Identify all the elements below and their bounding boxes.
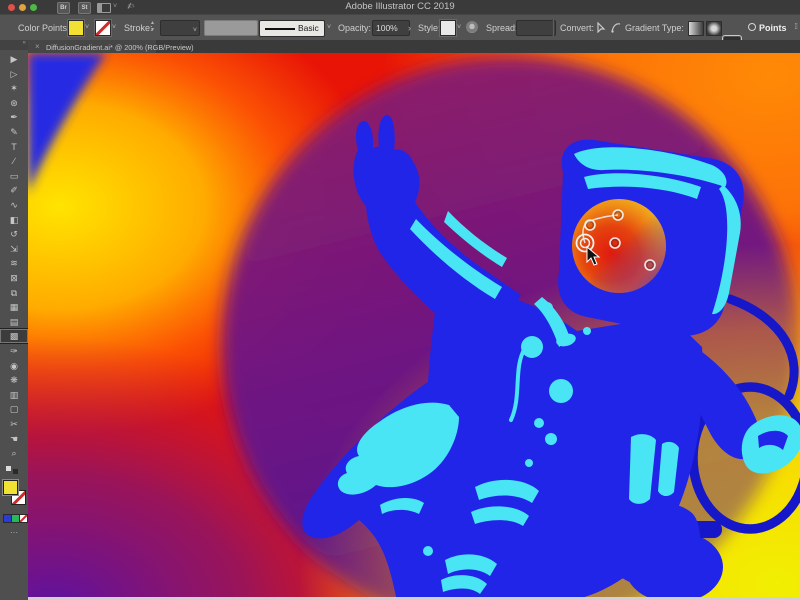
style-label: Style: — [418, 23, 441, 33]
stroke-weight-select[interactable]: ˅ — [160, 20, 200, 36]
eyedropper-tool[interactable]: ✑ — [0, 344, 28, 358]
illustrator-window: Br St ˅ ✍ Adobe Illustrator CC 2019 Colo… — [0, 0, 800, 600]
none-mode-button[interactable] — [19, 514, 28, 523]
artwork — [28, 53, 800, 600]
scale-tool[interactable]: ⇲ — [0, 242, 28, 256]
points-radio-label[interactable]: Points — [759, 23, 787, 33]
document-tab-title: DiffusionGradient.ai* @ 200% (RGB/Previe… — [46, 43, 194, 52]
document-canvas[interactable] — [28, 53, 800, 600]
close-tab-icon[interactable]: × — [35, 42, 40, 51]
rotate-tool[interactable]: ↺ — [0, 227, 28, 241]
window-title: Adobe Illustrator CC 2019 — [0, 1, 800, 12]
panel-overflow-icon[interactable]: ⁞⁞ — [795, 22, 797, 31]
gradient-tool[interactable]: ▩ — [0, 329, 28, 343]
opacity-input[interactable]: 100% — [372, 20, 410, 36]
toolbar: « ▶▷✶⊛✒✎T∕▭✐∿◧↺⇲≋⊠⧉▦▤▩✑◉❋▥▢✂☚⌕ ⋯ — [0, 40, 29, 600]
chevron-down-icon[interactable]: ˅ — [85, 24, 89, 31]
chevron-down-icon[interactable]: ˅ — [457, 24, 461, 31]
width-tool[interactable]: ≋ — [0, 256, 28, 270]
brush-stroke-preview — [265, 28, 295, 30]
stroke-weight-stepper[interactable]: ▲▼ — [149, 20, 156, 34]
line-segment-tool[interactable]: ∕ — [0, 154, 28, 168]
titlebar: Br St ˅ ✍ Adobe Illustrator CC 2019 — [0, 0, 800, 14]
symbol-sprayer-tool[interactable]: ❋ — [0, 373, 28, 387]
points-radio[interactable] — [748, 23, 756, 31]
toolbar-overflow-icon[interactable]: ⋯ — [0, 528, 28, 537]
document-tab[interactable]: × DiffusionGradient.ai* @ 200% (RGB/Prev… — [28, 40, 156, 53]
brush-definition-value: Basic — [298, 21, 319, 36]
tab-bar: × DiffusionGradient.ai* @ 200% (RGB/Prev… — [28, 40, 800, 54]
chevron-down-icon[interactable]: ˅ — [327, 24, 331, 31]
curvature-tool[interactable]: ✎ — [0, 125, 28, 139]
more-options-chevron[interactable]: › — [408, 23, 411, 33]
shaper-tool[interactable]: ∿ — [0, 198, 28, 212]
direct-selection-tool[interactable]: ▷ — [0, 67, 28, 81]
pen-tool[interactable]: ✒ — [0, 110, 28, 124]
spread-input[interactable] — [516, 20, 556, 36]
toolbar-fill-swatch[interactable] — [3, 480, 18, 495]
opacity-label: Opacity: — [338, 23, 371, 33]
selection-tool[interactable]: ▶ — [0, 52, 28, 66]
linear-gradient-type-button[interactable] — [688, 21, 704, 36]
chevron-down-icon[interactable]: ˅ — [112, 24, 116, 31]
blend-tool[interactable]: ◉ — [0, 359, 28, 373]
eraser-tool[interactable]: ◧ — [0, 213, 28, 227]
hand-tool[interactable]: ☚ — [0, 432, 28, 446]
convert-label: Convert: — [560, 23, 594, 33]
slice-tool[interactable]: ✂ — [0, 417, 28, 431]
control-bar: Color Points ˅ ˅ Stroke: ▲▼ ˅ Basic ˅ Op… — [0, 14, 800, 42]
spread-label: Spread: — [486, 23, 518, 33]
mesh-tool[interactable]: ▤ — [0, 315, 28, 329]
paintbrush-tool[interactable]: ✐ — [0, 183, 28, 197]
gradient-type-label: Gradient Type: — [625, 23, 684, 33]
divider — [552, 19, 554, 36]
perspective-grid-tool[interactable]: ▦ — [0, 300, 28, 314]
stroke-color-swatch[interactable] — [95, 20, 111, 36]
brush-definition-select[interactable]: Basic — [259, 20, 325, 37]
rectangle-tool[interactable]: ▭ — [0, 169, 28, 183]
convert-to-corner-icon[interactable] — [596, 22, 606, 33]
graphic-style-swatch[interactable] — [440, 20, 456, 36]
shape-builder-tool[interactable]: ⧉ — [0, 286, 28, 300]
graph-tool[interactable]: ▥ — [0, 388, 28, 402]
recolor-artwork-icon[interactable] — [466, 21, 478, 33]
radial-gradient-type-button[interactable] — [706, 21, 722, 36]
convert-to-smooth-icon[interactable] — [611, 22, 621, 33]
fill-color-swatch[interactable] — [68, 20, 84, 36]
artboard-tool[interactable]: ▢ — [0, 402, 28, 416]
magic-wand-tool[interactable]: ✶ — [0, 81, 28, 95]
toolbar-collapse-button[interactable]: « — [0, 40, 28, 50]
default-fill-stroke-icon[interactable] — [6, 466, 11, 471]
lasso-tool[interactable]: ⊛ — [0, 96, 28, 110]
context-label: Color Points — [18, 23, 67, 33]
variable-width-profile-field[interactable] — [204, 20, 258, 36]
type-tool[interactable]: T — [0, 140, 28, 154]
zoom-tool[interactable]: ⌕ — [0, 446, 28, 460]
free-transform-tool[interactable]: ⊠ — [0, 271, 28, 285]
